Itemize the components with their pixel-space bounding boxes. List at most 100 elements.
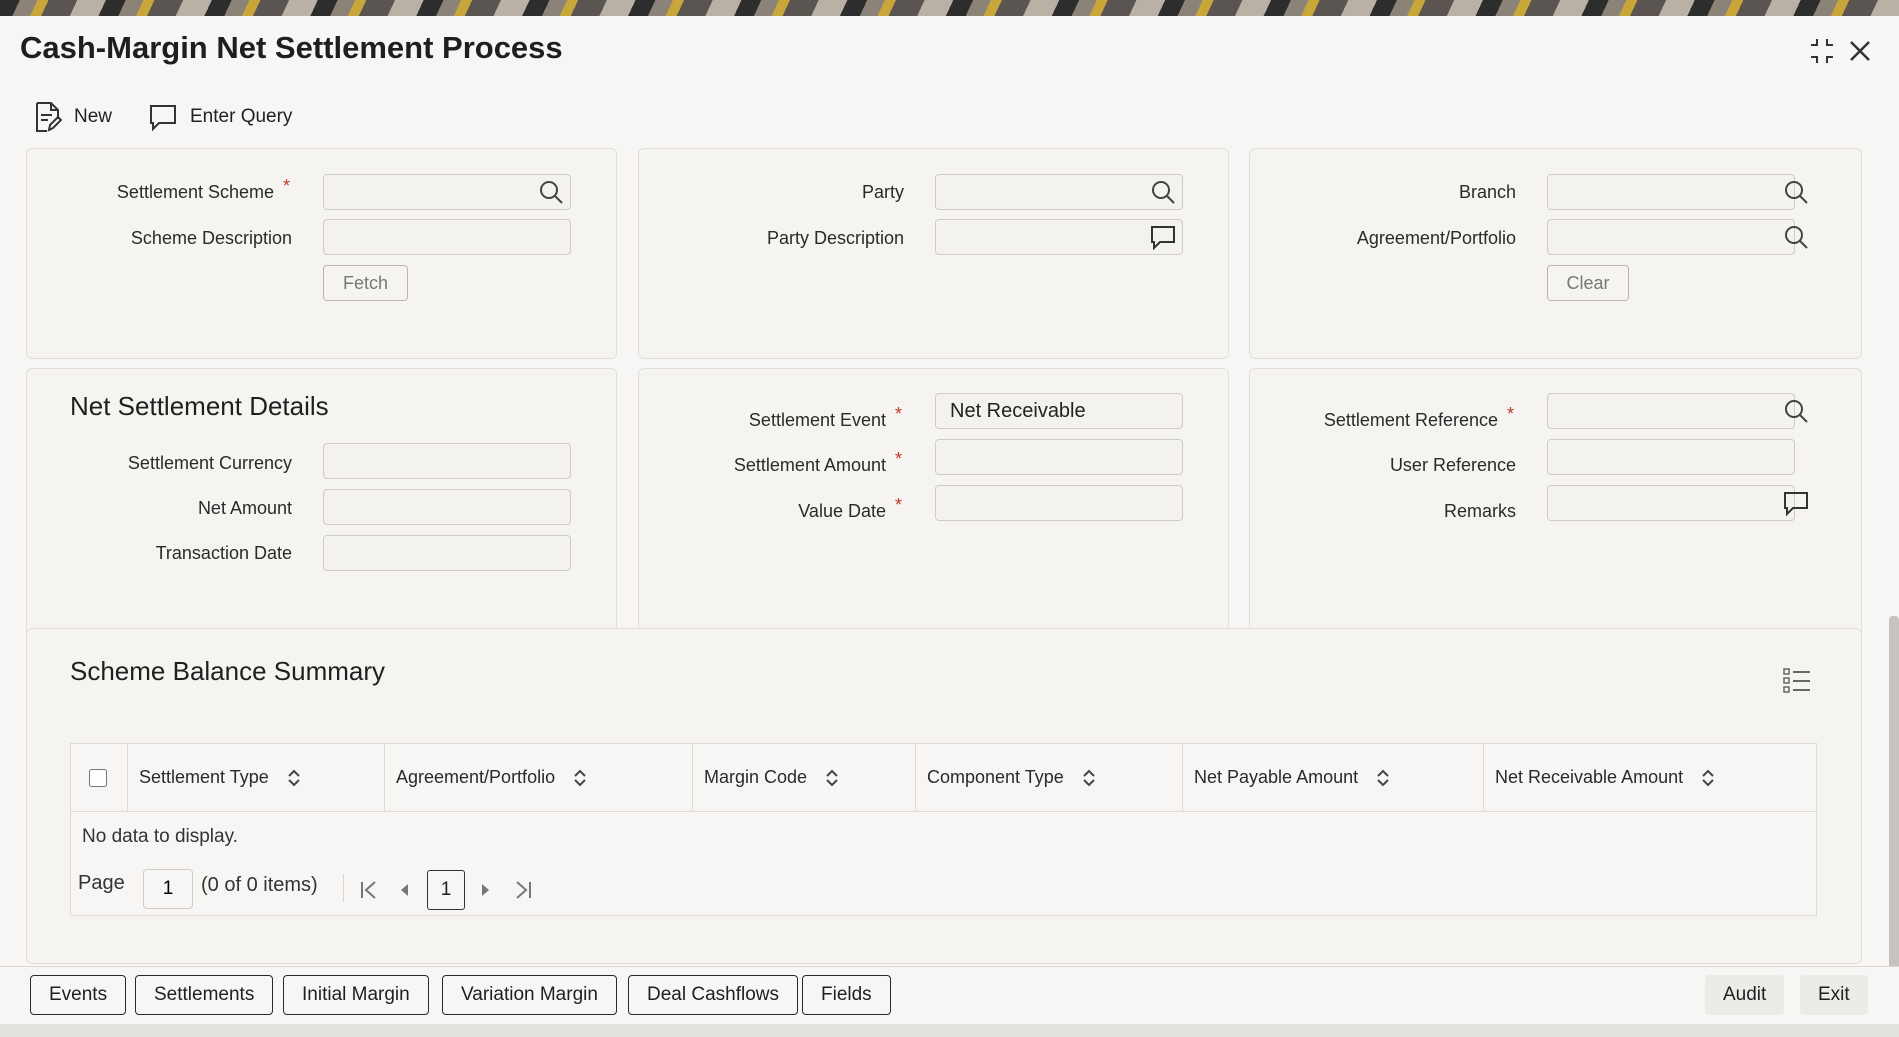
settlement-event-label: Settlement Event — [748, 410, 886, 430]
previous-page-icon[interactable] — [397, 882, 411, 898]
scheme-description-input[interactable] — [323, 219, 571, 255]
vertical-scrollbar[interactable] — [1889, 616, 1899, 986]
select-all-cell — [71, 744, 128, 811]
close-icon[interactable] — [1843, 34, 1877, 68]
new-label: New — [74, 106, 113, 127]
branch-label: Branch — [1458, 182, 1516, 202]
party-label: Party — [861, 182, 904, 202]
column-net-receivable-amount[interactable]: Net Receivable Amount — [1484, 744, 1816, 811]
variation-margin-button[interactable]: Variation Margin — [442, 975, 617, 1015]
column-label: Component Type — [927, 767, 1064, 787]
first-page-icon[interactable] — [359, 880, 379, 900]
new-button[interactable]: New — [34, 100, 112, 134]
sort-icon[interactable] — [573, 768, 587, 788]
column-label: Net Receivable Amount — [1495, 767, 1684, 787]
column-margin-code[interactable]: Margin Code — [693, 744, 916, 811]
transaction-date-label: Transaction Date — [155, 543, 292, 563]
settlement-reference-input[interactable] — [1547, 393, 1795, 429]
sort-icon[interactable] — [1082, 768, 1096, 788]
top-banner — [0, 0, 1899, 16]
scheme-description-label: Scheme Description — [130, 228, 292, 248]
search-icon[interactable] — [1783, 398, 1809, 424]
events-button[interactable]: Events — [30, 975, 127, 1015]
current-page-button[interactable]: 1 — [427, 870, 465, 910]
minimize-icon[interactable] — [1805, 34, 1839, 68]
settlement-currency-input[interactable] — [323, 443, 571, 479]
empty-table-message: No data to display. — [82, 826, 238, 847]
clear-button[interactable]: Clear — [1547, 265, 1629, 301]
column-label: Margin Code — [704, 767, 808, 787]
required-marker: * — [895, 449, 903, 469]
comment-icon[interactable] — [1150, 224, 1176, 250]
remarks-label: Remarks — [1443, 501, 1516, 521]
value-date-input[interactable] — [935, 485, 1183, 521]
settlement-scheme-input[interactable] — [323, 174, 571, 210]
audit-button[interactable]: Audit — [1705, 975, 1785, 1015]
search-icon[interactable] — [1783, 224, 1809, 250]
next-page-icon[interactable] — [479, 882, 493, 898]
column-agreement-portfolio[interactable]: Agreement/Portfolio — [385, 744, 693, 811]
column-label: Net Payable Amount — [1194, 767, 1359, 787]
search-icon[interactable] — [1783, 179, 1809, 205]
query-comment-icon — [150, 105, 176, 132]
fields-button[interactable]: Fields — [802, 975, 891, 1015]
new-document-icon — [36, 102, 62, 132]
bottom-action-bar: Events Settlements Initial Margin Variat… — [0, 966, 1899, 1025]
column-settlement-type[interactable]: Settlement Type — [128, 744, 385, 811]
initial-margin-button[interactable]: Initial Margin — [283, 975, 429, 1015]
party-input[interactable] — [935, 174, 1183, 210]
user-reference-label: User Reference — [1389, 455, 1516, 475]
value-date-label: Value Date — [798, 501, 886, 521]
party-description-input[interactable] — [935, 219, 1183, 255]
settlement-event-input[interactable] — [935, 393, 1183, 429]
party-description-label: Party Description — [766, 228, 904, 248]
enter-query-button[interactable]: Enter Query — [148, 100, 292, 134]
select-all-checkbox[interactable] — [89, 768, 107, 787]
sort-icon[interactable] — [287, 768, 301, 788]
pagination-divider — [343, 874, 344, 902]
settlement-amount-input[interactable] — [935, 439, 1183, 475]
sort-icon[interactable] — [1701, 768, 1715, 788]
settlements-button[interactable]: Settlements — [135, 975, 274, 1015]
column-label: Agreement/Portfolio — [396, 767, 556, 787]
sort-icon[interactable] — [825, 768, 839, 788]
page-number-input[interactable] — [143, 869, 193, 909]
agreement-portfolio-label: Agreement/Portfolio — [1356, 228, 1516, 248]
table-header: Settlement Type Agreement/Portfolio Marg… — [71, 744, 1816, 812]
column-component-type[interactable]: Component Type — [916, 744, 1183, 811]
settlement-amount-label: Settlement Amount — [733, 455, 886, 475]
net-amount-input[interactable] — [323, 489, 571, 525]
required-marker: * — [1507, 404, 1515, 424]
fetch-button[interactable]: Fetch — [323, 265, 408, 301]
search-icon[interactable] — [1150, 179, 1176, 205]
net-amount-label: Net Amount — [197, 498, 292, 518]
deal-cashflows-button[interactable]: Deal Cashflows — [628, 975, 798, 1015]
exit-button[interactable]: Exit — [1800, 975, 1868, 1015]
remarks-input[interactable] — [1547, 485, 1795, 521]
column-net-payable-amount[interactable]: Net Payable Amount — [1183, 744, 1484, 811]
list-view-icon[interactable] — [1783, 668, 1811, 694]
settlement-scheme-label: Settlement Scheme — [116, 182, 274, 202]
window-title: Cash-Margin Net Settlement Process — [20, 30, 563, 65]
required-marker: * — [283, 176, 291, 196]
required-marker: * — [895, 404, 903, 424]
search-icon[interactable] — [538, 179, 564, 205]
comment-icon[interactable] — [1783, 490, 1809, 516]
column-label: Settlement Type — [139, 767, 269, 787]
footer-strip — [0, 1024, 1899, 1037]
required-marker: * — [895, 495, 903, 515]
settlement-window: Cash-Margin Net Settlement Process New E… — [0, 16, 1899, 1024]
items-count: (0 of 0 items) — [201, 874, 318, 896]
branch-input[interactable] — [1547, 174, 1795, 210]
scheme-balance-table: Settlement Type Agreement/Portfolio Marg… — [70, 743, 1817, 916]
user-reference-input[interactable] — [1547, 439, 1795, 475]
agreement-portfolio-input[interactable] — [1547, 219, 1795, 255]
settlement-currency-label: Settlement Currency — [127, 453, 292, 473]
last-page-icon[interactable] — [513, 880, 533, 900]
scheme-balance-summary-title: Scheme Balance Summary — [70, 656, 386, 686]
settlement-reference-label: Settlement Reference — [1323, 410, 1498, 430]
net-settlement-details-title: Net Settlement Details — [70, 391, 329, 421]
transaction-date-input[interactable] — [323, 535, 571, 571]
enter-query-label: Enter Query — [190, 106, 293, 127]
sort-icon[interactable] — [1376, 768, 1390, 788]
